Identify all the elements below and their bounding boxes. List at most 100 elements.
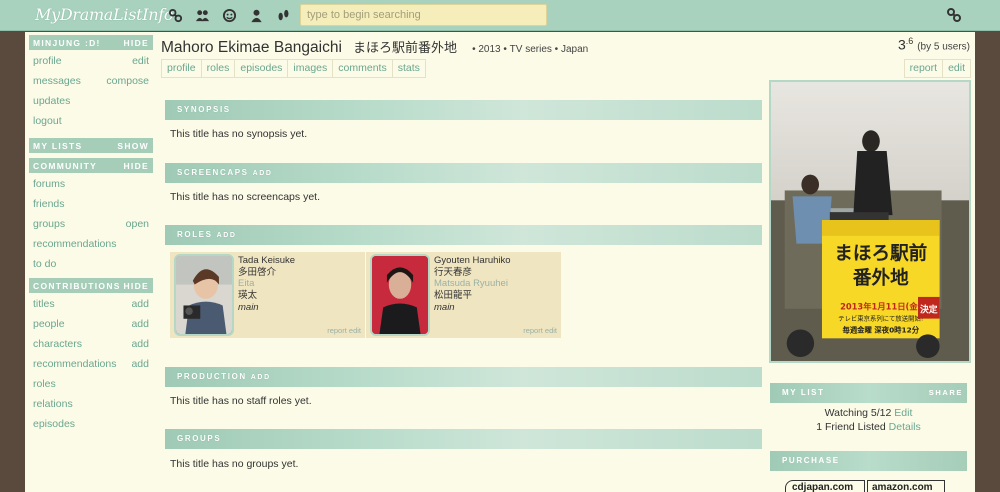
sidebar-item-label[interactable]: updates <box>33 95 70 115</box>
sidebar-item-label[interactable]: logout <box>33 115 62 135</box>
character-name[interactable]: Gyouten Haruhiko <box>434 255 511 267</box>
search-input[interactable] <box>300 4 547 26</box>
role-type: main <box>434 301 455 313</box>
page-frame: MINJUNG :D! HIDE profile edit messages comp… <box>25 32 975 492</box>
show-button[interactable]: SHOW <box>117 141 149 151</box>
link-icon[interactable] <box>166 6 184 24</box>
sidebar-item-messages[interactable]: messages compose <box>29 75 153 95</box>
sidebar-item-people[interactable]: people add <box>29 318 153 338</box>
hide-button[interactable]: HIDE <box>123 281 149 291</box>
edit-link[interactable]: edit <box>349 326 361 335</box>
add-link[interactable]: add <box>131 358 149 378</box>
screencaps-header: SCREENCAPS ADD <box>165 163 762 183</box>
screencaps-title: SCREENCAPS <box>177 168 249 177</box>
groups-header: GROUPS <box>165 429 762 449</box>
sidebar-item-label[interactable]: messages <box>33 75 81 95</box>
compose-link[interactable]: compose <box>106 75 149 95</box>
sidebar-item-label[interactable]: forums <box>33 178 65 198</box>
actor-photo[interactable] <box>370 254 430 336</box>
sidebar-contributions-header: CONTRIBUTIONS HIDE <box>29 278 153 293</box>
sidebar-contributions-title: CONTRIBUTIONS <box>33 280 121 291</box>
sidebar-item-label[interactable]: friends <box>33 198 65 218</box>
native-title: まほろ駅前番外地 <box>353 40 458 55</box>
actor-name[interactable]: Eita <box>238 278 295 290</box>
hide-button[interactable]: HIDE <box>123 161 149 171</box>
tab-comments[interactable]: comments <box>332 59 392 78</box>
sidebar-item-titles[interactable]: titles add <box>29 298 153 318</box>
details-link[interactable]: Details <box>889 421 921 433</box>
tab-profile[interactable]: profile <box>161 59 201 78</box>
sidebar-item-label[interactable]: profile <box>33 55 62 75</box>
add-role-button[interactable]: ADD <box>217 232 237 239</box>
add-link[interactable]: add <box>131 338 149 358</box>
sidebar-item-roles[interactable]: roles <box>29 378 153 398</box>
svg-text:テレビ東京系列にて放送開始!: テレビ東京系列にて放送開始! <box>838 314 923 323</box>
add-link[interactable]: add <box>131 318 149 338</box>
sidebar-item-relations[interactable]: relations <box>29 398 153 418</box>
sidebar-item-label[interactable]: episodes <box>33 418 75 438</box>
footprints-icon[interactable] <box>274 6 292 24</box>
hide-button[interactable]: HIDE <box>123 38 149 48</box>
sidebar-item-label[interactable]: recommendations <box>33 238 116 258</box>
sidebar-item-to-do[interactable]: to do <box>29 258 153 278</box>
sidebar-item-label[interactable]: roles <box>33 378 56 398</box>
sidebar-item-characters[interactable]: characters add <box>29 338 153 358</box>
actor-photo[interactable] <box>174 254 234 336</box>
tab-images[interactable]: images <box>287 59 333 78</box>
rating-decimal: .6 <box>905 36 914 46</box>
sidebar: MINJUNG :D! HIDE profile edit messages comp… <box>29 35 153 438</box>
share-button[interactable]: SHARE <box>929 383 963 403</box>
sidebar-community-title: COMMUNITY <box>33 160 98 171</box>
open-link[interactable]: open <box>126 218 149 238</box>
tab-episodes[interactable]: episodes <box>234 59 288 78</box>
sidebar-item-profile[interactable]: profile edit <box>29 55 153 75</box>
sidebar-item-logout[interactable]: logout <box>29 115 153 135</box>
add-staff-button[interactable]: ADD <box>251 374 271 381</box>
friends-listed: 1 Friend Listed Details <box>770 421 967 433</box>
role-info: Gyouten Haruhiko 行天春彦 Matsuda Ryuuhei 松田… <box>434 255 511 314</box>
people-icon[interactable] <box>193 6 211 24</box>
tab-edit[interactable]: edit <box>942 59 971 78</box>
edit-link[interactable]: edit <box>132 55 149 75</box>
sidebar-item-recommendations[interactable]: recommendations <box>29 238 153 258</box>
actor-name[interactable]: Matsuda Ryuuhei <box>434 278 511 290</box>
link-icon[interactable] <box>946 7 962 23</box>
purchase-title: PURCHASE <box>782 456 840 465</box>
rating: 3.6 (by 5 users) <box>898 36 970 53</box>
report-link[interactable]: report <box>327 326 347 335</box>
sidebar-item-recommendations[interactable]: recommendations add <box>29 358 153 378</box>
sidebar-item-label[interactable]: characters <box>33 338 82 358</box>
edit-link[interactable]: edit <box>545 326 557 335</box>
sidebar-item-episodes[interactable]: episodes <box>29 418 153 438</box>
tab-roles[interactable]: roles <box>200 59 235 78</box>
site-logo[interactable]: MyDramaListInfo <box>35 5 174 24</box>
title-meta: • 2013 • TV series • Japan <box>472 44 589 55</box>
sidebar-item-friends[interactable]: friends <box>29 198 153 218</box>
top-icon-group <box>166 6 292 24</box>
character-name[interactable]: Tada Keisuke <box>238 255 295 267</box>
cdjapan-button[interactable]: cdjapan.com <box>785 480 865 492</box>
sidebar-item-label[interactable]: titles <box>33 298 55 318</box>
add-screencap-button[interactable]: ADD <box>253 170 273 177</box>
actor-native-name: 瑛太 <box>238 290 258 302</box>
sidebar-item-label[interactable]: recommendations <box>33 358 116 378</box>
sidebar-item-label[interactable]: relations <box>33 398 73 418</box>
smile-icon[interactable] <box>220 6 238 24</box>
role-links: report edit <box>523 326 557 335</box>
tab-stats[interactable]: stats <box>391 59 426 78</box>
sidebar-item-label[interactable]: groups <box>33 218 65 238</box>
sidebar-item-label[interactable]: people <box>33 318 65 338</box>
user-icon[interactable] <box>247 6 265 24</box>
sidebar-item-forums[interactable]: forums <box>29 178 153 198</box>
sidebar-item-groups[interactable]: groups open <box>29 218 153 238</box>
sidebar-item-label[interactable]: to do <box>33 258 56 278</box>
amazon-button[interactable]: amazon.com <box>867 480 945 492</box>
poster-image[interactable]: まほろ駅前 番外地 2013年1月11日(金) テレビ東京系列にて放送開始! 毎… <box>769 80 971 363</box>
sidebar-item-updates[interactable]: updates <box>29 95 153 115</box>
edit-list-link[interactable]: Edit <box>894 407 912 419</box>
tab-report[interactable]: report <box>903 59 943 78</box>
svg-text:番外地: 番外地 <box>852 267 909 289</box>
add-link[interactable]: add <box>131 298 149 318</box>
purchase-header: PURCHASE <box>770 451 967 471</box>
report-link[interactable]: report <box>523 326 543 335</box>
